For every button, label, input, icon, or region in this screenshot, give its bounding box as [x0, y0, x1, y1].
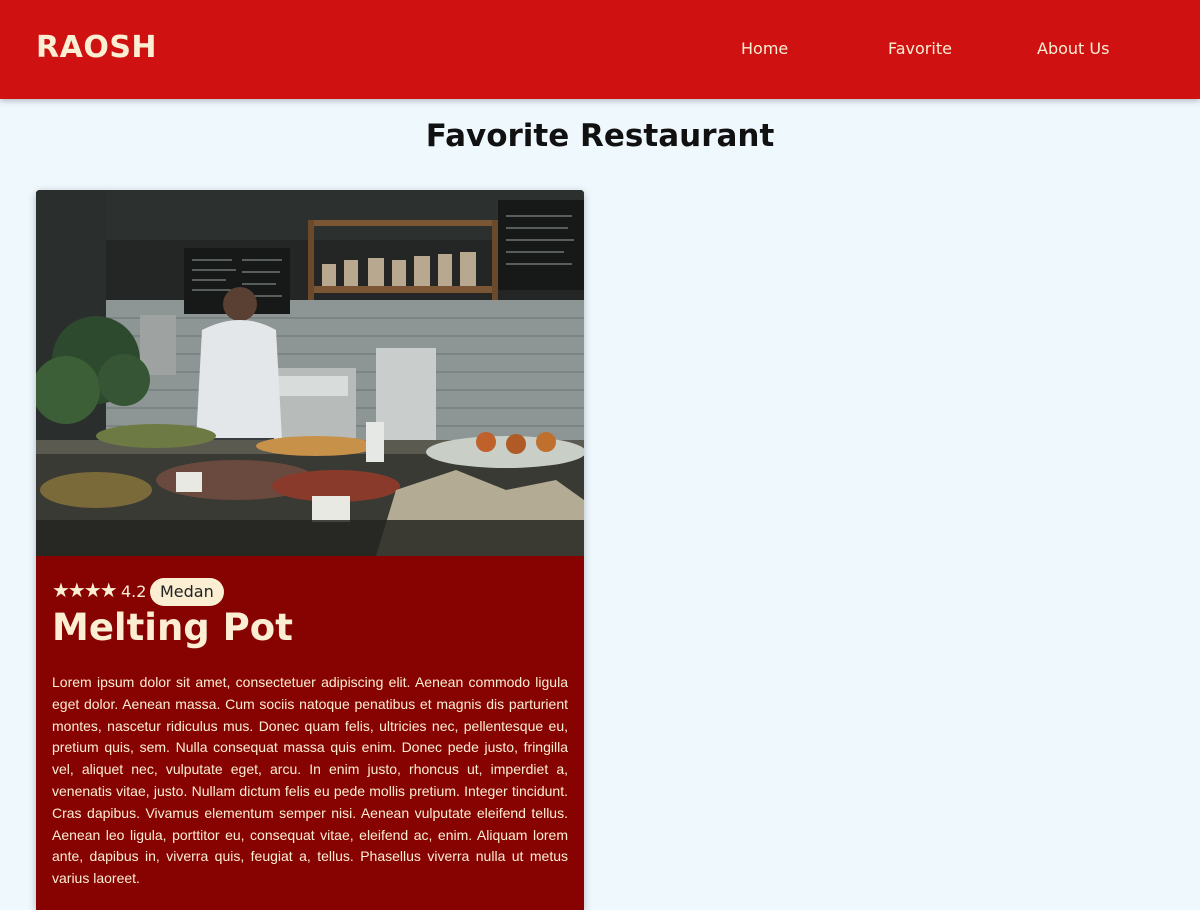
rating-value: 4.2	[121, 582, 147, 601]
star-icon: ★★★★	[52, 578, 118, 602]
nav-link-favorite[interactable]: Favorite	[888, 39, 952, 58]
nav-link-home[interactable]: Home	[741, 39, 788, 58]
nav-link-about-us[interactable]: About Us	[1037, 39, 1109, 58]
page-title: Favorite Restaurant	[425, 118, 775, 154]
restaurant-image	[36, 190, 584, 556]
city-badge: Medan	[150, 578, 224, 606]
restaurant-card[interactable]: ★★★★ 4.2 Medan Melting Pot Lorem ipsum d…	[36, 190, 584, 910]
restaurant-description: Lorem ipsum dolor sit amet, consectetuer…	[52, 674, 568, 887]
rating-row: ★★★★ 4.2 Medan	[52, 578, 568, 606]
restaurant-name[interactable]: Melting Pot	[52, 606, 568, 649]
navbar: RAOSH Home Favorite About Us	[0, 0, 1200, 99]
brand-logo[interactable]: RAOSH	[36, 30, 157, 65]
